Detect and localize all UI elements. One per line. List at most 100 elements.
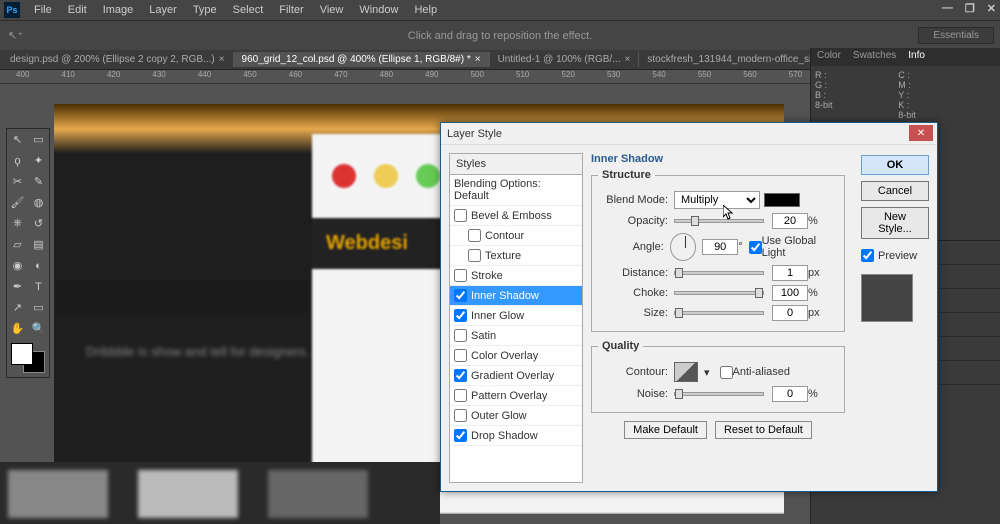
eraser-tool-icon[interactable]: ▱	[7, 234, 28, 255]
marquee-tool-icon[interactable]: ▭	[28, 129, 49, 150]
reset-default-button[interactable]: Reset to Default	[715, 421, 812, 439]
eyedropper-tool-icon[interactable]: ✎	[28, 171, 49, 192]
style-row-inner-glow[interactable]: Inner Glow	[450, 306, 582, 326]
tab-close-icon[interactable]: ×	[475, 54, 481, 65]
panel-tab-color[interactable]: Color	[811, 48, 847, 66]
doc-tab[interactable]: 960_grid_12_col.psd @ 400% (Ellipse 1, R…	[234, 52, 490, 67]
close-icon[interactable]: ✕	[987, 2, 996, 15]
style-row-contour[interactable]: Contour	[450, 226, 582, 246]
dodge-tool-icon[interactable]: ◐	[28, 255, 49, 276]
angle-input[interactable]	[702, 239, 738, 255]
move-tool-icon[interactable]: ↖	[7, 129, 28, 150]
distance-slider[interactable]	[674, 271, 764, 275]
style-checkbox[interactable]	[454, 329, 467, 342]
menu-window[interactable]: Window	[351, 4, 406, 16]
style-row-inner-shadow[interactable]: Inner Shadow	[450, 286, 582, 306]
tab-close-icon[interactable]: ×	[219, 54, 225, 65]
maximize-icon[interactable]: ❐	[965, 2, 975, 15]
style-checkbox[interactable]	[454, 389, 467, 402]
color-swatch[interactable]	[11, 343, 45, 373]
style-row-bevel-emboss[interactable]: Bevel & Emboss	[450, 206, 582, 226]
blending-options-row[interactable]: Blending Options: Default	[450, 175, 582, 206]
crop-tool-icon[interactable]: ✂	[7, 171, 28, 192]
history-brush-icon[interactable]: ↺	[28, 213, 49, 234]
menu-view[interactable]: View	[312, 4, 352, 16]
size-slider[interactable]	[674, 311, 764, 315]
hand-tool-icon[interactable]: ✋	[7, 318, 28, 339]
style-row-gradient-overlay[interactable]: Gradient Overlay	[450, 366, 582, 386]
brush-tool-icon[interactable]: 🖌	[7, 192, 28, 213]
menu-type[interactable]: Type	[185, 4, 225, 16]
opacity-slider[interactable]	[674, 219, 764, 223]
distance-input[interactable]	[772, 265, 808, 281]
menu-edit[interactable]: Edit	[60, 4, 95, 16]
menu-filter[interactable]: Filter	[271, 4, 311, 16]
antialias-checkbox[interactable]	[720, 366, 733, 379]
heal-tool-icon[interactable]: ◍	[28, 192, 49, 213]
style-label: Contour	[485, 230, 524, 242]
ok-button[interactable]: OK	[861, 155, 929, 175]
dialog-titlebar[interactable]: Layer Style ✕	[441, 123, 937, 145]
wand-tool-icon[interactable]: ✦	[28, 150, 49, 171]
style-row-outer-glow[interactable]: Outer Glow	[450, 406, 582, 426]
choke-input[interactable]	[772, 285, 808, 301]
type-tool-icon[interactable]: T	[28, 276, 49, 297]
effect-settings: Inner Shadow Structure Blend Mode: Multi…	[583, 145, 853, 491]
thumbnail[interactable]	[8, 470, 108, 518]
menu-layer[interactable]: Layer	[141, 4, 185, 16]
workspace-selector[interactable]: Essentials	[918, 27, 994, 44]
panel-tab-swatches[interactable]: Swatches	[847, 48, 902, 66]
menu-file[interactable]: File	[26, 4, 60, 16]
panel-tab-info[interactable]: Info	[902, 48, 931, 66]
opacity-input[interactable]	[772, 213, 808, 229]
style-checkbox[interactable]	[454, 369, 467, 382]
menu-select[interactable]: Select	[225, 4, 272, 16]
style-checkbox[interactable]	[454, 209, 467, 222]
shadow-color-swatch[interactable]	[764, 193, 800, 207]
menu-help[interactable]: Help	[406, 4, 445, 16]
style-checkbox[interactable]	[468, 229, 481, 242]
stamp-tool-icon[interactable]: ⎈	[7, 213, 28, 234]
dialog-close-icon[interactable]: ✕	[909, 125, 933, 141]
style-row-pattern-overlay[interactable]: Pattern Overlay	[450, 386, 582, 406]
noise-input[interactable]	[772, 386, 808, 402]
style-row-color-overlay[interactable]: Color Overlay	[450, 346, 582, 366]
style-row-drop-shadow[interactable]: Drop Shadow	[450, 426, 582, 446]
global-light-checkbox[interactable]	[749, 241, 762, 254]
style-checkbox[interactable]	[454, 309, 467, 322]
style-row-texture[interactable]: Texture	[450, 246, 582, 266]
style-checkbox[interactable]	[468, 249, 481, 262]
style-row-stroke[interactable]: Stroke	[450, 266, 582, 286]
path-tool-icon[interactable]: ↗	[7, 297, 28, 318]
make-default-button[interactable]: Make Default	[624, 421, 707, 439]
lasso-tool-icon[interactable]: ϙ	[7, 150, 28, 171]
contour-picker[interactable]	[674, 362, 698, 382]
move-tool-icon[interactable]: ↖⁺	[8, 29, 23, 42]
gradient-tool-icon[interactable]: ▤	[28, 234, 49, 255]
style-checkbox[interactable]	[454, 349, 467, 362]
preview-checkbox[interactable]	[861, 249, 874, 262]
doc-tab[interactable]: design.psd @ 200% (Ellipse 2 copy 2, RGB…	[2, 52, 234, 67]
minimize-icon[interactable]: —	[942, 2, 953, 15]
shape-tool-icon[interactable]: ▭	[28, 297, 49, 318]
thumbnail[interactable]	[138, 470, 238, 518]
style-checkbox[interactable]	[454, 429, 467, 442]
style-checkbox[interactable]	[454, 289, 467, 302]
angle-dial[interactable]	[670, 233, 696, 261]
blur-tool-icon[interactable]: ◉	[7, 255, 28, 276]
style-checkbox[interactable]	[454, 269, 467, 282]
style-row-satin[interactable]: Satin	[450, 326, 582, 346]
blend-mode-select[interactable]: Multiply	[674, 191, 760, 209]
pen-tool-icon[interactable]: ✒	[7, 276, 28, 297]
size-input[interactable]	[772, 305, 808, 321]
cancel-button[interactable]: Cancel	[861, 181, 929, 201]
thumbnail[interactable]	[268, 470, 368, 518]
zoom-tool-icon[interactable]: 🔍	[28, 318, 49, 339]
tab-close-icon[interactable]: ×	[625, 54, 631, 65]
noise-slider[interactable]	[674, 392, 764, 396]
new-style-button[interactable]: New Style...	[861, 207, 929, 239]
doc-tab[interactable]: Untitled-1 @ 100% (RGB/...×	[490, 52, 640, 67]
menu-image[interactable]: Image	[95, 4, 142, 16]
choke-slider[interactable]	[674, 291, 764, 295]
style-checkbox[interactable]	[454, 409, 467, 422]
